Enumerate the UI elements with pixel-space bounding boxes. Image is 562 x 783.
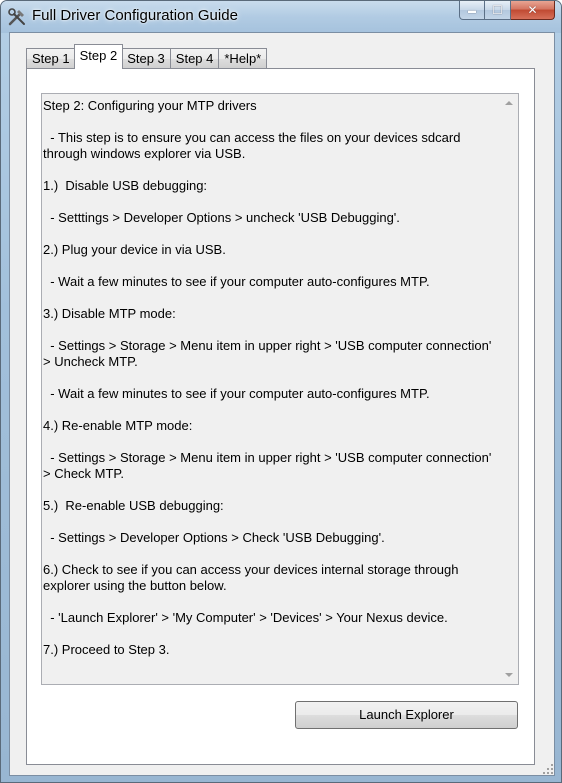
close-button[interactable]: ✕ xyxy=(511,1,555,20)
resize-grip-icon[interactable] xyxy=(542,763,554,775)
tab-step-1[interactable]: Step 1 xyxy=(26,48,76,69)
window-title: Full Driver Configuration Guide xyxy=(32,7,238,24)
caption-buttons: ▬ ☐ ✕ xyxy=(459,1,555,21)
instructions-textbox[interactable]: Step 2: Configuring your MTP drivers - T… xyxy=(41,93,519,685)
tab-help[interactable]: *Help* xyxy=(218,48,268,69)
instructions-text: Step 2: Configuring your MTP drivers - T… xyxy=(43,98,492,657)
launch-explorer-button[interactable]: Launch Explorer xyxy=(295,701,518,729)
tab-strip: Step 1 Step 2 Step 3 Step 4 *Help* xyxy=(26,44,268,69)
tab-step-2[interactable]: Step 2 xyxy=(73,44,124,69)
scroll-down-arrow-icon[interactable] xyxy=(505,673,513,677)
app-window: Full Driver Configuration Guide ▬ ☐ ✕ St… xyxy=(0,0,562,783)
tab-panel-step-2: Step 2: Configuring your MTP drivers - T… xyxy=(26,68,535,765)
close-icon: ✕ xyxy=(527,3,538,17)
vertical-scrollbar[interactable] xyxy=(501,94,518,684)
tab-step-3[interactable]: Step 3 xyxy=(121,48,171,69)
minimize-icon: ▬ xyxy=(468,5,476,15)
tab-step-4[interactable]: Step 4 xyxy=(169,48,220,69)
maximize-icon: ☐ xyxy=(492,3,503,17)
title-bar[interactable]: Full Driver Configuration Guide ▬ ☐ ✕ xyxy=(1,1,561,33)
scroll-up-arrow-icon[interactable] xyxy=(505,101,513,105)
dialog-client-area: Step 1 Step 2 Step 3 Step 4 *Help* Step … xyxy=(9,32,555,776)
maximize-button[interactable]: ☐ xyxy=(485,1,511,20)
minimize-button[interactable]: ▬ xyxy=(459,1,485,20)
tools-icon xyxy=(8,8,25,26)
